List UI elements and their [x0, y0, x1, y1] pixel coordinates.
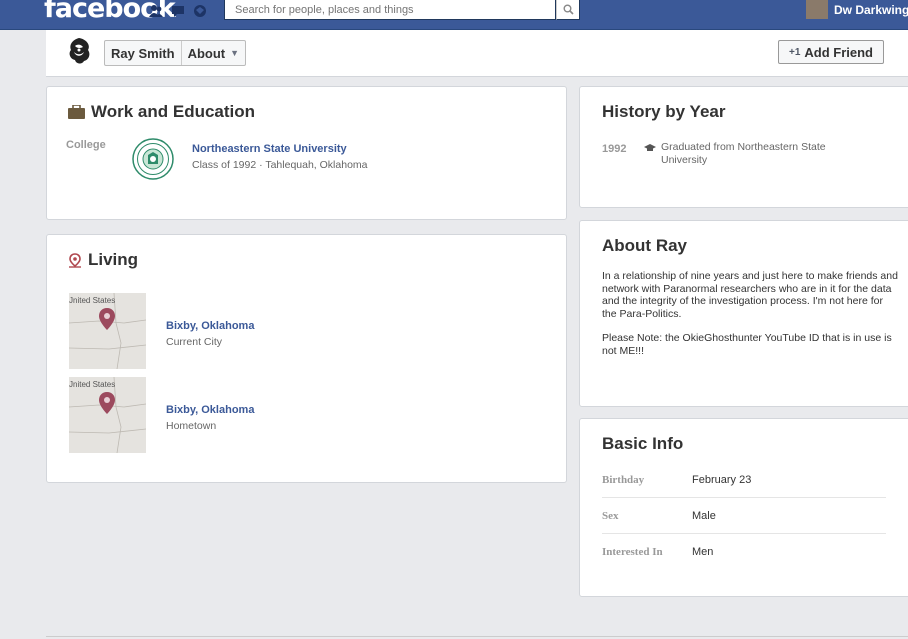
add-friend-icon: +1 [788, 46, 801, 58]
messages-icon[interactable] [170, 4, 186, 18]
place-name-link[interactable]: Bixby, Oklahoma [166, 320, 254, 332]
living-title: Living [68, 250, 138, 270]
notification-jewels [148, 4, 208, 18]
basic-info-card: Basic Info Birthday February 23 Sex Male… [579, 418, 908, 597]
info-row-sex: Sex Male [602, 499, 886, 534]
basic-info-title: Basic Info [602, 434, 684, 453]
friends-icon[interactable] [148, 4, 164, 18]
map-thumbnail[interactable]: Jnited States [69, 377, 146, 453]
college-label: College [66, 139, 106, 151]
info-key: Interested In [602, 546, 663, 558]
search-field[interactable] [224, 0, 556, 20]
info-key: Sex [602, 510, 619, 522]
info-key: Birthday [602, 474, 645, 486]
history-event: Graduated from Northeastern State Univer… [661, 141, 826, 166]
add-friend-button[interactable]: +1 Add Friend [778, 40, 884, 64]
info-value: Male [692, 510, 716, 522]
map-pin-icon [99, 392, 115, 414]
about-title: About Ray [602, 236, 687, 255]
location-pin-icon [69, 252, 81, 268]
search-input[interactable] [225, 0, 555, 20]
footer-divider [46, 636, 908, 637]
about-label: About [187, 45, 226, 61]
about-bio: In a relationship of nine years and just… [602, 270, 900, 369]
notifications-icon[interactable] [192, 4, 208, 18]
profile-picture[interactable] [66, 36, 92, 66]
map-thumbnail[interactable]: Jnited States [69, 293, 146, 369]
add-friend-label: Add Friend [804, 44, 873, 60]
map-pin-icon [99, 308, 115, 330]
school-name-link[interactable]: Northeastern State University [192, 143, 347, 155]
work-education-title: Work and Education [68, 102, 255, 122]
info-value: Men [692, 546, 714, 558]
place-type: Hometown [166, 420, 217, 432]
info-row-interested-in: Interested In Men [602, 535, 886, 569]
living-card: Living Jnited States Bixby, Oklahoma Cur… [46, 234, 567, 483]
user-name[interactable]: Dw Darkwing [834, 3, 908, 17]
chevron-down-icon: ▼ [230, 48, 240, 58]
history-card: History by Year 1992 Graduated from Nort… [579, 86, 908, 208]
info-row-birthday: Birthday February 23 [602, 463, 886, 498]
university-seal-logo[interactable] [132, 138, 174, 180]
map-country-label: Jnited States [69, 296, 116, 305]
school-detail: Class of 1992 · Tahlequah, Oklahoma [192, 159, 368, 171]
history-year: 1992 [602, 143, 627, 155]
place-type: Current City [166, 336, 223, 348]
history-title: History by Year [602, 102, 726, 121]
place-name-link[interactable]: Bixby, Oklahoma [166, 404, 254, 416]
about-paragraph: In a relationship of nine years and just… [602, 270, 898, 320]
graduation-cap-icon [644, 144, 656, 151]
work-education-card: Work and Education College Northeastern … [46, 86, 567, 220]
map-country-label: Jnited States [69, 380, 116, 389]
search-button[interactable] [556, 0, 580, 20]
briefcase-icon [68, 105, 85, 119]
search-icon [563, 4, 574, 15]
top-navigation-bar: facebook Dw Darkwing [0, 0, 908, 30]
profile-header: Ray Smith About ▼ +1 Add Friend [46, 30, 908, 77]
about-note: Please Note: the OkieGhosthunter YouTube… [602, 332, 892, 357]
about-card: About Ray In a relationship of nine year… [579, 220, 908, 407]
about-dropdown[interactable]: About ▼ [180, 41, 245, 65]
profile-name-button[interactable]: Ray Smith [105, 41, 181, 65]
info-value: February 23 [692, 474, 752, 486]
profile-name-group: Ray Smith About ▼ [104, 40, 247, 66]
user-menu[interactable]: Dw Darkwing [806, 0, 908, 19]
user-avatar[interactable] [806, 0, 828, 19]
